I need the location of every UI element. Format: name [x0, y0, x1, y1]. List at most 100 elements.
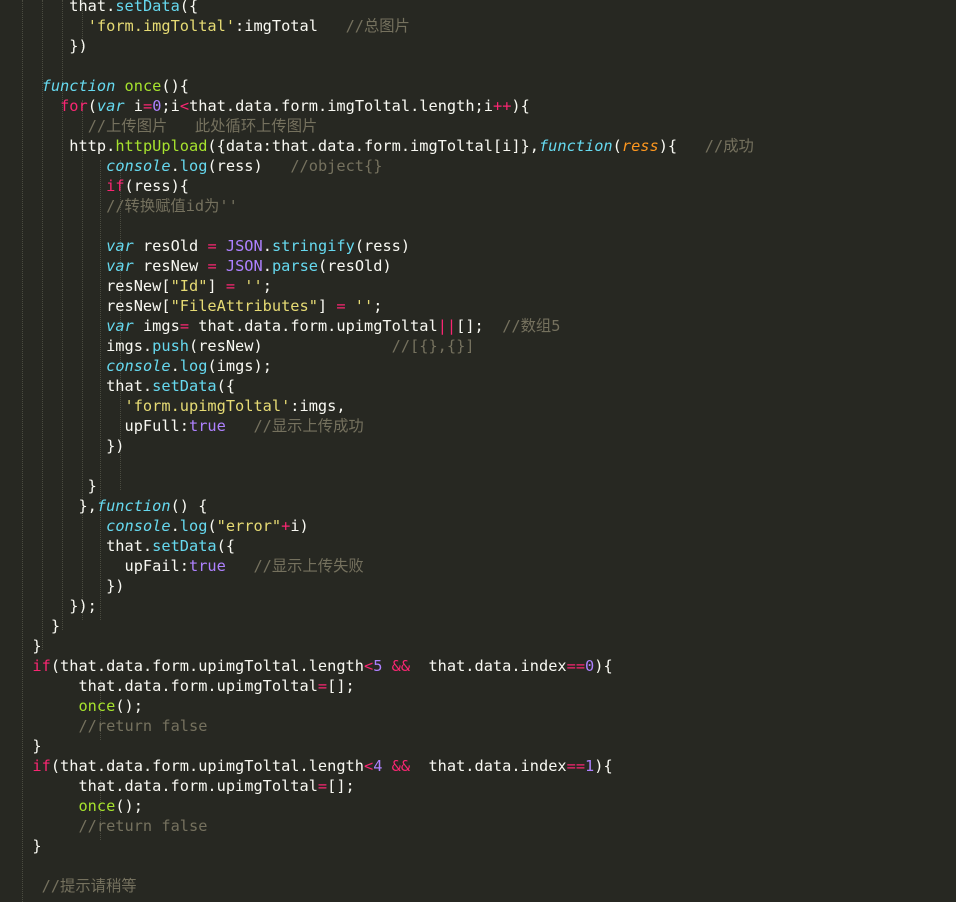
code-token: setData	[152, 377, 217, 395]
code-line[interactable]: })	[14, 36, 88, 56]
code-token: parse	[271, 257, 318, 275]
code-token: })	[14, 37, 88, 55]
code-token: ]	[317, 297, 337, 315]
code-line[interactable]: },function() {	[14, 496, 207, 516]
code-token: <	[179, 97, 190, 115]
code-token: =	[207, 237, 217, 255]
code-line[interactable]: upFail:true //显示上传失败	[14, 556, 364, 576]
code-line[interactable]	[14, 896, 42, 902]
code-line[interactable]: if(that.data.form.upimgToltal.length<4 &…	[14, 756, 612, 776]
code-token: imgs.	[14, 337, 153, 355]
code-token: that.data.form.upimgToltal	[14, 677, 318, 695]
code-line[interactable]: }	[14, 836, 42, 856]
code-line[interactable]: if(that.data.form.upimgToltal.length<5 &…	[14, 656, 613, 676]
code-token: that.	[14, 377, 153, 395]
code-token: =	[317, 677, 328, 695]
code-token: [];	[327, 677, 355, 695]
code-line[interactable]: //上传图片 此处循环上传图片	[14, 116, 318, 136]
code-token: }	[14, 837, 42, 855]
code-token: ;	[373, 297, 383, 315]
code-line[interactable]: var imgs= that.data.form.upimgToltal||[]…	[14, 316, 560, 336]
code-token: ''	[354, 297, 374, 315]
code-line[interactable]: var resNew = JSON.parse(resOld)	[14, 256, 392, 276]
code-token: () {	[170, 497, 208, 515]
code-token: ;i	[161, 97, 180, 115]
code-token: once	[124, 77, 162, 95]
code-token: var	[96, 97, 125, 115]
code-line[interactable]: }	[14, 736, 42, 756]
code-line[interactable]: }	[14, 636, 41, 656]
code-line[interactable]: //转换赋值id为''	[14, 196, 238, 216]
code-line[interactable]: })	[14, 576, 124, 596]
code-token: :imgTotal	[235, 17, 346, 35]
code-token: that.data.index	[410, 757, 567, 775]
code-token: "FileAttributes"	[170, 297, 318, 315]
code-token: });	[14, 597, 97, 615]
code-line[interactable]: });	[14, 596, 97, 616]
code-line[interactable]: 'form.imgToltal':imgTotal //总图片	[14, 16, 410, 36]
code-token: ){	[594, 657, 613, 675]
code-line[interactable]: //return false	[14, 716, 207, 736]
code-line[interactable]: function once(){	[14, 76, 189, 96]
code-token: &&	[391, 757, 411, 775]
code-line[interactable]: http.httpUpload({data:that.data.form.img…	[14, 136, 754, 156]
code-line[interactable]: that.data.form.upimgToltal=[];	[14, 676, 355, 696]
code-token: http.	[14, 137, 116, 155]
code-line[interactable]: if(ress){	[14, 176, 189, 196]
code-token: .	[170, 157, 180, 175]
code-token: //return false	[78, 817, 208, 835]
code-line[interactable]: once();	[14, 696, 142, 716]
code-line[interactable]: upFull:true //显示上传成功	[14, 416, 364, 436]
code-line[interactable]: var resOld = JSON.stringify(ress)	[14, 236, 410, 256]
code-token: ){	[511, 97, 530, 115]
code-line[interactable]: resNew["FileAttributes"] = '';	[14, 296, 382, 316]
code-line[interactable]: resNew["Id"] = '';	[14, 276, 272, 296]
code-line[interactable]: console.log("error"+i)	[14, 516, 309, 536]
code-token: <	[363, 657, 374, 675]
code-token: .	[170, 517, 180, 535]
code-line[interactable]: 'form.upimgToltal':imgs,	[14, 396, 346, 416]
code-token: resNew[	[14, 297, 171, 315]
code-token: upFull:	[14, 417, 189, 435]
code-token: =	[207, 257, 217, 275]
code-line[interactable]: imgs.push(resNew) //[{},{}]	[14, 336, 474, 356]
code-token: (resNew)	[189, 337, 392, 355]
code-line[interactable]: //return false	[14, 816, 207, 836]
code-token: true	[188, 417, 226, 435]
code-line[interactable]: console.log(imgs);	[14, 356, 272, 376]
code-token: console	[106, 517, 171, 535]
code-line[interactable]: for(var i=0;i<that.data.form.imgToltal.l…	[14, 96, 530, 116]
code-line[interactable]: that.setData({	[14, 536, 235, 556]
code-token: once	[78, 697, 116, 715]
code-line[interactable]: }	[14, 476, 97, 496]
code-token: "error"	[216, 517, 282, 535]
code-token: if	[32, 657, 51, 675]
code-line[interactable]: console.log(ress) //object{}	[14, 156, 382, 176]
code-line[interactable]: once();	[14, 796, 142, 816]
code-line[interactable]: }	[14, 616, 60, 636]
code-token: ==	[566, 757, 586, 775]
code-line[interactable]: })	[14, 436, 124, 456]
code-token: }	[14, 737, 42, 755]
code-editor[interactable]: that.setData({ 'form.imgToltal':imgTotal…	[0, 0, 956, 902]
code-token: ''	[244, 277, 263, 295]
code-token: .	[170, 357, 180, 375]
code-line[interactable]: //提示请稍等	[14, 876, 137, 896]
code-line[interactable]: that.data.form.upimgToltal=[];	[14, 776, 354, 796]
code-line[interactable]: that.setData({	[14, 376, 235, 396]
code-token: imgs	[133, 317, 180, 335]
code-token: ({data:that.data.form.imgToltal[i]},	[207, 137, 539, 155]
code-token: ){	[658, 137, 705, 155]
code-token: ==	[566, 657, 586, 675]
code-line[interactable]: that.setData({	[14, 0, 198, 16]
code-token: //显示上传成功	[253, 417, 364, 435]
code-token: that.	[14, 537, 153, 555]
code-token: 0	[585, 657, 595, 675]
code-token: 'form.upimgToltal'	[124, 397, 291, 415]
